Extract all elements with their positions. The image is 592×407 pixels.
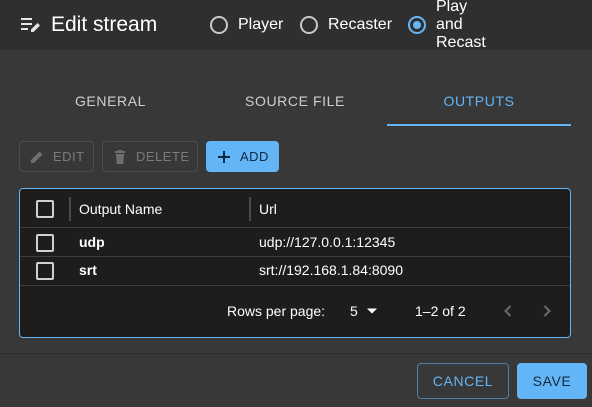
add-button[interactable]: ADD <box>206 141 279 172</box>
cell-output-name: udp <box>79 234 105 250</box>
edit-list-icon <box>21 18 40 32</box>
column-header-url[interactable]: Url <box>259 201 277 217</box>
chevron-right-icon[interactable] <box>539 303 555 319</box>
cell-output-name: srt <box>79 262 97 278</box>
radio-circle[interactable] <box>408 16 426 34</box>
tab-outputs[interactable]: OUTPUTS <box>387 76 571 126</box>
table-row[interactable]: srt srt://192.168.1.84:8090 <box>20 257 570 286</box>
column-separator[interactable] <box>69 197 71 221</box>
dialog-header: Edit stream Player Recaster Play and Rec… <box>0 0 592 51</box>
chevron-left-icon[interactable] <box>500 303 516 319</box>
cell-url: srt://192.168.1.84:8090 <box>259 262 403 278</box>
row-checkbox[interactable] <box>36 234 54 252</box>
column-separator[interactable] <box>249 197 251 221</box>
tab-source-file[interactable]: SOURCE FILE <box>203 76 387 126</box>
radio-label: Play and Recast <box>436 0 486 51</box>
radio-label: Recaster <box>328 16 393 33</box>
plus-icon <box>218 150 230 163</box>
cell-url: udp://127.0.0.1:12345 <box>259 234 396 250</box>
table-row[interactable]: udp udp://127.0.0.1:12345 <box>20 228 570 257</box>
pagination-range: 1–2 of 2 <box>415 303 466 319</box>
dialog-title: Edit stream <box>51 13 158 36</box>
caret-down-icon <box>366 308 377 314</box>
actions-divider <box>0 353 592 354</box>
trash-icon <box>115 149 125 164</box>
rows-per-page-value: 5 <box>350 303 358 319</box>
pencil-icon <box>31 151 43 163</box>
add-button-label: ADD <box>240 149 269 164</box>
rows-per-page-label: Rows per page: <box>227 303 326 319</box>
tab-general[interactable]: GENERAL <box>20 76 201 126</box>
column-header-output-name[interactable]: Output Name <box>79 201 162 217</box>
radio-player[interactable]: Player <box>210 13 283 37</box>
radio-circle[interactable] <box>300 16 318 34</box>
edit-button-label: EDIT <box>53 149 85 164</box>
table-header-row: Output Name Url <box>20 189 570 228</box>
radio-recaster[interactable]: Recaster <box>300 13 392 37</box>
row-checkbox[interactable] <box>36 262 54 280</box>
radio-label: Player <box>238 16 284 33</box>
radio-circle[interactable] <box>210 16 228 34</box>
edit-button[interactable]: EDIT <box>19 141 94 172</box>
select-all-checkbox[interactable] <box>36 200 54 218</box>
save-button[interactable]: SAVE <box>517 363 587 399</box>
cancel-button[interactable]: CANCEL <box>417 363 509 399</box>
rows-per-page-select[interactable]: 5 <box>350 299 378 323</box>
tab-bar: GENERAL SOURCE FILE OUTPUTS <box>20 76 571 126</box>
radio-play-and-recast[interactable]: Play and Recast <box>408 0 486 51</box>
outputs-table: Output Name Url udp udp://127.0.0.1:1234… <box>19 188 571 338</box>
delete-button[interactable]: DELETE <box>102 141 198 172</box>
edit-stream-dialog: Edit stream Player Recaster Play and Rec… <box>0 0 592 407</box>
delete-button-label: DELETE <box>136 149 190 164</box>
